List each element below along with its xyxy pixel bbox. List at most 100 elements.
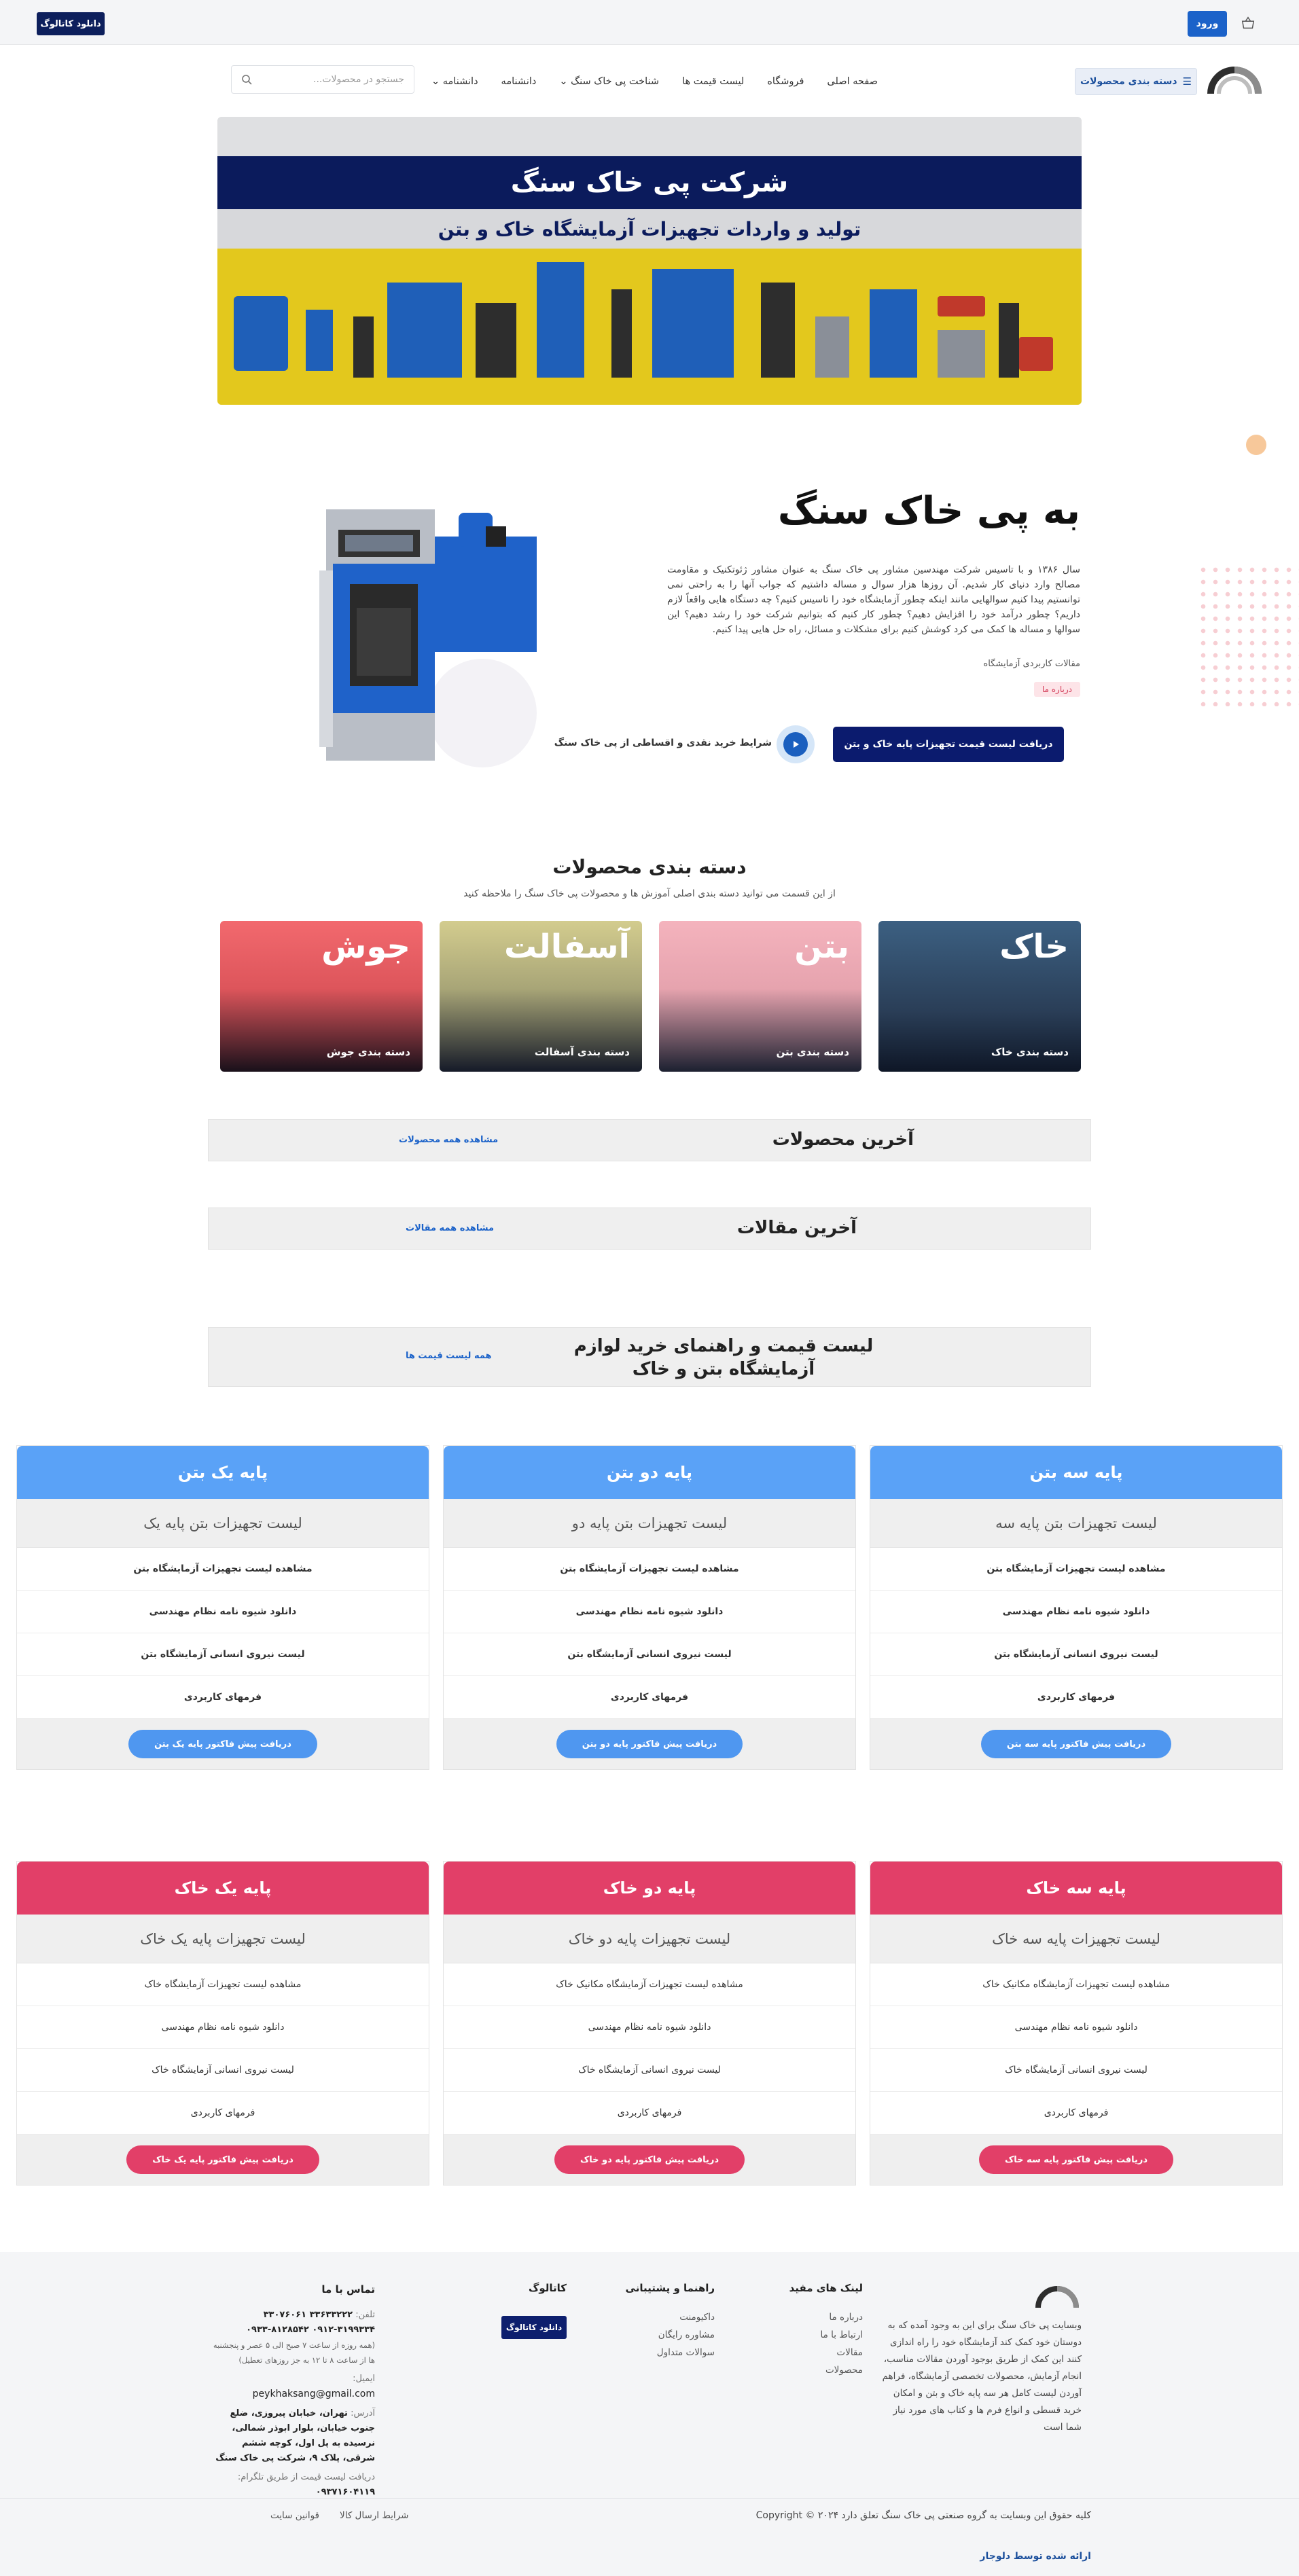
proforma-button[interactable]: دریافت پیش فاکتور پایه سه بتن xyxy=(980,1730,1172,1758)
price-table-row[interactable]: فرمهای کاربردی xyxy=(870,2092,1282,2135)
address-label: آدرس: xyxy=(351,2408,375,2418)
search-input[interactable]: جستجو در محصولات... xyxy=(259,74,404,85)
footer-link-contact[interactable]: ارتباط با ما xyxy=(789,2329,864,2340)
footer-about-text: وبسایت پی خاک سنگ برای این به وجود آمده … xyxy=(882,2320,1082,2433)
price-table-row[interactable]: فرمهای کاربردی xyxy=(17,2092,429,2135)
price-table-row[interactable]: لیست نیروی انسانی آزمایشگاه خاک xyxy=(870,2049,1282,2092)
footer-credit[interactable]: ارائه شده توسط دلوجار xyxy=(980,2551,1091,2562)
about-title: به پی خاک سنگ xyxy=(777,489,1080,533)
price-table-row[interactable]: لیست نیروی انسانی آزمایشگاه بتن xyxy=(444,1633,855,1676)
footer-useful-links: لینک های مفید درباره ما ارتباط با ما مقا… xyxy=(789,2282,863,2382)
footer-link-articles[interactable]: مقالات xyxy=(789,2347,863,2358)
price-table-row[interactable]: مشاهده لیست تجهیزات آزمایشگاه خاک xyxy=(17,1963,429,2006)
banner-title: شرکت پی خاک سنگ xyxy=(217,156,1082,209)
site-rules-link[interactable]: قوانین سایت xyxy=(270,2510,319,2521)
nav-item-encyclopedia-dropdown[interactable]: دانشنامه ⌄ xyxy=(431,76,478,87)
decorative-dot xyxy=(1246,435,1266,455)
search-icon[interactable] xyxy=(241,74,252,85)
shipping-terms-link[interactable]: شرایط ارسال کالا xyxy=(340,2510,408,2521)
footer-link-about[interactable]: درباره ما xyxy=(789,2312,863,2323)
price-table-row[interactable]: فرمهای کاربردی xyxy=(870,1676,1282,1719)
categories-title: دسته بندی محصولات xyxy=(552,856,747,878)
about-badge[interactable]: درباره ما xyxy=(1033,682,1080,697)
category-card-label: دسته بندی خاک xyxy=(991,1046,1069,1058)
price-table-row[interactable]: فرمهای کاربردی xyxy=(444,1676,855,1719)
proforma-button[interactable]: دریافت پیش فاکتور پایه دو بتن xyxy=(556,1730,743,1758)
email-value[interactable]: peykhaksang@gmail.com xyxy=(253,2389,375,2399)
nav-item-about-company-label: شناخت پی خاک سنگ xyxy=(571,76,660,87)
view-all-articles-link[interactable]: مشاهده همه مقالات xyxy=(406,1223,494,1233)
footer-contact-title: تماس با ما xyxy=(321,2283,375,2296)
price-table-row[interactable]: دانلود شیوه نامه نظام مهندسی xyxy=(444,1591,855,1633)
play-icon xyxy=(783,732,808,757)
category-card-concrete[interactable]: بتن دسته بندی بتن xyxy=(659,921,861,1072)
price-table-row[interactable]: مشاهده لیست تجهیزات آزمایشگاه بتن xyxy=(17,1548,429,1591)
proforma-button[interactable]: دریافت پیش فاکتور پایه سه خاک xyxy=(978,2145,1174,2174)
purchase-terms-text[interactable]: شرایط خرید نقدی و اقساطی از پی خاک سنگ xyxy=(554,738,772,748)
price-list-button[interactable]: دریافت لیست قیمت تجهیزات پایه خاک و بتن xyxy=(833,727,1064,762)
price-table-row[interactable]: لیست نیروی انسانی آزمایشگاه بتن xyxy=(870,1633,1282,1676)
mobile-value[interactable]: ۰۹۱۲-۳۱۹۹۳۳۴ ۰۹۳۳-۸۱۲۸۵۴۲ xyxy=(246,2325,375,2335)
footer-catalog: کاتالوگ xyxy=(529,2282,567,2312)
price-table-row[interactable]: مشاهده لیست تجهیزات آزمایشگاه مکانیک خاک xyxy=(444,1963,855,2006)
price-table-row[interactable]: دانلود شیوه نامه نظام مهندسی xyxy=(17,1591,429,1633)
price-table-row[interactable]: مشاهده لیست تجهیزات آزمایشگاه مکانیک خاک xyxy=(870,1963,1282,2006)
nav-item-price-lists[interactable]: لیست قیمت ها xyxy=(682,76,744,87)
nav-item-shop[interactable]: فروشگاه xyxy=(767,76,804,87)
nav-item-about-company[interactable]: شناخت پی خاک سنگ ⌄ xyxy=(559,76,659,87)
footer-download-catalog-button[interactable]: دانلود کاتالوگ xyxy=(501,2316,567,2339)
top-bar: دانلود کاتالوگ ورود xyxy=(0,0,1299,45)
price-table-row[interactable]: دانلود شیوه نامه نظام مهندسی xyxy=(870,1591,1282,1633)
price-table-row[interactable]: فرمهای کاربردی xyxy=(17,1676,429,1719)
categories-button[interactable]: ☰ دسته بندی محصولات xyxy=(1075,68,1197,95)
price-table-footer: دریافت پیش فاکتور پایه یک خاک xyxy=(17,2135,429,2185)
category-card-welding[interactable]: جوش دسته بندی جوش xyxy=(220,921,423,1072)
cart-icon[interactable] xyxy=(1241,16,1256,31)
category-card-title: بتن xyxy=(794,928,849,966)
articles-link[interactable]: مقالات کاربردی آزمایشگاه xyxy=(983,659,1080,669)
download-catalog-button[interactable]: دانلود کاتالوگ xyxy=(37,12,105,35)
price-table-row[interactable]: مشاهده لیست تجهیزات آزمایشگاه بتن xyxy=(444,1548,855,1591)
price-table-subtitle: لیست تجهیزات پایه سه خاک xyxy=(870,1915,1282,1963)
footer-link-products[interactable]: محصولات xyxy=(789,2365,863,2376)
price-table-soil-2: پایه دو خاک لیست تجهیزات پایه دو خاک مشا… xyxy=(443,1861,856,2185)
latest-products-title: آخرین محصولات xyxy=(772,1129,914,1150)
price-table-row[interactable]: لیست نیروی انسانی آزمایشگاه خاک xyxy=(17,2049,429,2092)
search-box[interactable]: جستجو در محصولات... xyxy=(231,65,414,94)
footer-link-docs[interactable]: داکیومنت xyxy=(626,2312,715,2323)
proforma-button[interactable]: دریافت پیش فاکتور پایه یک خاک xyxy=(126,2145,319,2174)
category-card-label: دسته بندی جوش xyxy=(326,1046,410,1058)
price-table-subtitle: لیست تجهیزات بتن پایه سه xyxy=(870,1499,1282,1548)
proforma-button[interactable]: دریافت پیش فاکتور پایه دو خاک xyxy=(554,2145,745,2174)
category-card-soil[interactable]: خاک دسته بندی خاک xyxy=(878,921,1081,1072)
nav-item-encyclopedia[interactable]: دانشنامه xyxy=(501,76,537,87)
all-price-lists-link[interactable]: همه لیست قیمت ها xyxy=(406,1351,492,1361)
price-table-footer: دریافت پیش فاکتور پایه سه خاک xyxy=(870,2135,1282,2185)
nav-item-home[interactable]: صفحه اصلی xyxy=(827,76,878,87)
categories-button-label: دسته بندی محصولات xyxy=(1080,76,1177,87)
chevron-down-icon: ⌄ xyxy=(559,76,568,87)
footer-logo[interactable] xyxy=(1033,2281,1082,2310)
site-logo[interactable] xyxy=(1204,62,1265,96)
price-list-title: لیست قیمت و راهنمای خرید لوازم آزمایشگاه… xyxy=(573,1336,874,1379)
login-button[interactable]: ورود xyxy=(1188,11,1227,37)
price-table-row[interactable]: مشاهده لیست تجهیزات آزمایشگاه بتن xyxy=(870,1548,1282,1591)
footer-link-faq[interactable]: سوالات متداول xyxy=(626,2347,715,2358)
price-table-row[interactable]: فرمهای کاربردی xyxy=(444,2092,855,2135)
working-hours: (همه روزه از ساعت ۷ صبح الی ۵ عصر و پنجش… xyxy=(213,2340,375,2365)
price-table-row[interactable]: دانلود شیوه نامه نظام مهندسی xyxy=(870,2006,1282,2049)
phone-value[interactable]: ۳۳۶۳۳۲۲۲ ۳۳۰۷۶۰۶۱ xyxy=(264,2310,353,2320)
phone-label: تلفن: xyxy=(355,2310,375,2320)
view-all-products-link[interactable]: مشاهده همه محصولات xyxy=(399,1135,498,1145)
hero-banner[interactable]: شرکت پی خاک سنگ تولید و واردات تجهیزات آ… xyxy=(217,117,1082,405)
price-table-row[interactable]: لیست نیروی انسانی آزمایشگاه خاک xyxy=(444,2049,855,2092)
play-video-button[interactable] xyxy=(777,725,815,763)
telegram-value[interactable]: ۰۹۳۷۱۶۰۴۱۱۹ xyxy=(316,2487,375,2497)
price-table-row[interactable]: دانلود شیوه نامه نظام مهندسی xyxy=(17,2006,429,2049)
category-card-asphalt[interactable]: آسفالت دسته بندی آسفالت xyxy=(440,921,642,1072)
price-table-row[interactable]: لیست نیروی انسانی آزمایشگاه بتن xyxy=(17,1633,429,1676)
price-table-row[interactable]: دانلود شیوه نامه نظام مهندسی xyxy=(444,2006,855,2049)
proforma-button[interactable]: دریافت پیش فاکتور پایه یک بتن xyxy=(128,1730,317,1758)
footer-link-consultation[interactable]: مشاوره رایگان xyxy=(626,2329,715,2340)
latest-articles-title: آخرین مقالات xyxy=(736,1218,857,1238)
